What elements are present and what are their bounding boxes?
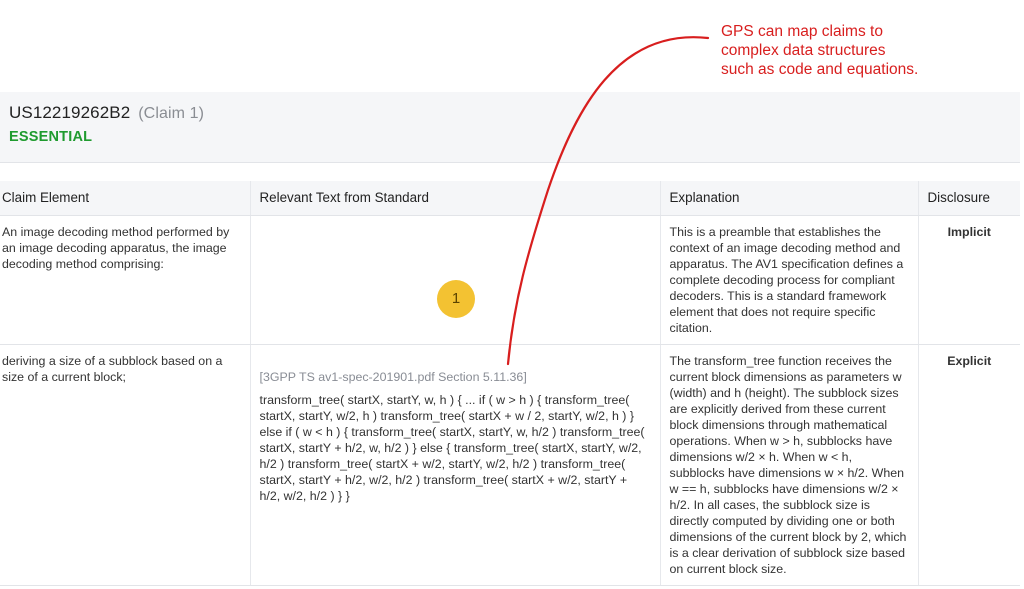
explanation-cell: The transform_tree function receives the…: [660, 344, 919, 586]
table-header-row: Claim Element Relevant Text from Standar…: [0, 181, 1020, 216]
source-reference-link[interactable]: [3GPP TS av1-spec-201901.pdf Section 5.1…: [260, 369, 651, 385]
column-header-relevant-text: Relevant Text from Standard: [250, 181, 661, 216]
column-header-explanation: Explanation: [660, 181, 919, 216]
patent-title: US12219262B2 (Claim 1): [9, 103, 204, 123]
claim-element-cell: An image decoding method performed by an…: [0, 215, 251, 345]
annotation-line: complex data structures: [721, 42, 886, 59]
status-badge: ESSENTIAL: [9, 129, 93, 145]
patent-id[interactable]: US12219262B2: [9, 103, 130, 122]
column-header-disclosure: Disclosure: [918, 181, 1020, 216]
annotation-line: GPS can map claims to: [721, 23, 883, 40]
annotation-callout: GPS can map claims to complex data struc…: [721, 22, 1011, 79]
standard-code-excerpt: transform_tree( startX, startY, w, h ) {…: [259, 393, 645, 503]
step-number-badge: 1: [437, 280, 475, 318]
table-row: An image decoding method performed by an…: [0, 215, 1020, 345]
disclosure-cell: Implicit: [918, 215, 1020, 345]
claim-element-cell: deriving a size of a subblock based on a…: [0, 344, 251, 586]
claim-reference: (Claim 1): [138, 105, 205, 122]
page: GPS can map claims to complex data struc…: [0, 0, 1024, 589]
table-row: deriving a size of a subblock based on a…: [0, 344, 1020, 586]
relevant-text-cell: [3GPP TS av1-spec-201901.pdf Section 5.1…: [250, 344, 661, 586]
annotation-line: such as code and equations.: [721, 61, 919, 78]
explanation-cell: This is a preamble that establishes the …: [660, 215, 919, 345]
claim-chart-table: Claim Element Relevant Text from Standar…: [0, 181, 1020, 586]
disclosure-cell: Explicit: [918, 344, 1020, 586]
column-header-claim-element: Claim Element: [0, 181, 251, 216]
